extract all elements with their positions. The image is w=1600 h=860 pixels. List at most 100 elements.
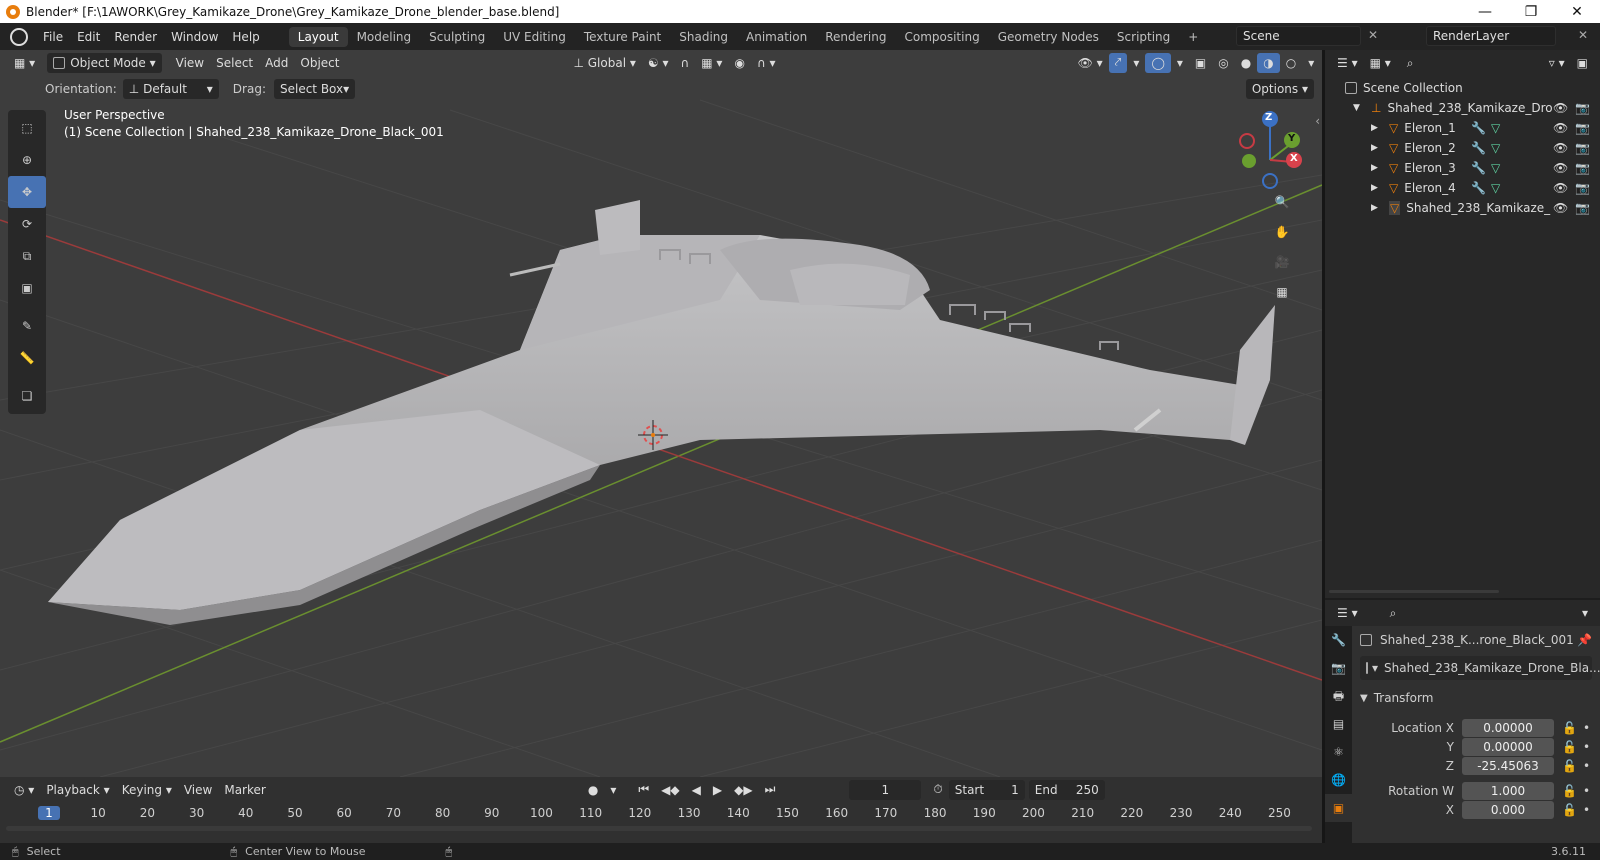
location-z-field[interactable]: -25.45063 bbox=[1462, 757, 1554, 775]
menu-keying[interactable]: Keying ▾ bbox=[116, 780, 178, 800]
lock-icon[interactable]: 🔓 bbox=[1562, 784, 1577, 798]
object-name-field[interactable]: Shahed_238_K...rone_Black_001 bbox=[1380, 633, 1574, 647]
world-tab-icon[interactable]: 🌐 bbox=[1325, 766, 1352, 794]
jump-end-icon[interactable]: ⏭ bbox=[759, 780, 782, 800]
lock-icon[interactable]: 🔓 bbox=[1562, 721, 1577, 735]
lock-icon[interactable]: 🔓 bbox=[1562, 803, 1577, 817]
end-frame-field[interactable]: End 250 bbox=[1028, 779, 1105, 800]
display-mode-icon[interactable]: ▦ ▾ bbox=[1364, 53, 1397, 73]
mesh-data-icon[interactable]: ▽ bbox=[1491, 141, 1500, 155]
add-cube-tool-icon[interactable]: ❏ bbox=[8, 380, 46, 412]
outliner-item-eleron-2[interactable]: ▶ ▽ Eleron_2 🔧 ▽ 👁 📷 bbox=[1325, 138, 1600, 158]
zoom-icon[interactable]: 🔍 bbox=[1270, 190, 1294, 214]
prev-keyframe-icon[interactable]: ◀◆ bbox=[655, 780, 685, 800]
menu-add[interactable]: Add bbox=[259, 53, 294, 73]
stopwatch-icon[interactable]: ⏱ bbox=[927, 780, 948, 800]
overlay-toggle-icon[interactable]: ◯ bbox=[1145, 52, 1171, 73]
properties-editor-type-icon[interactable]: ☰ ▾ bbox=[1331, 603, 1364, 623]
move-tool-icon[interactable]: ✥ bbox=[8, 176, 46, 208]
keyframe-dot-icon[interactable]: • bbox=[1583, 803, 1590, 817]
drag-selector[interactable]: Select Box ▾ bbox=[273, 79, 356, 99]
current-frame-marker[interactable]: 1 bbox=[38, 806, 60, 820]
tool-tab-icon[interactable]: 🔧 bbox=[1325, 626, 1352, 654]
outliner-item-eleron-3[interactable]: ▶ ▽ Eleron_3 🔧 ▽ 👁 📷 bbox=[1325, 158, 1600, 178]
render-layer-selector[interactable]: RenderLayer bbox=[1426, 26, 1556, 46]
editor-type-icon[interactable]: ▦ ▾ bbox=[8, 53, 41, 73]
timeline-editor-type-icon[interactable]: ◷ ▾ bbox=[8, 780, 40, 800]
render-camera-icon[interactable]: 📷 bbox=[1575, 201, 1590, 215]
menu-render[interactable]: Render bbox=[107, 30, 164, 44]
outliner-editor-type-icon[interactable]: ☰ ▾ bbox=[1331, 53, 1364, 73]
proportional-edit-icon[interactable]: ◉ bbox=[728, 53, 750, 73]
render-camera-icon[interactable]: 📷 bbox=[1575, 181, 1590, 195]
scene-tab-icon[interactable]: ⚛ bbox=[1325, 738, 1352, 766]
render-camera-icon[interactable]: 📷 bbox=[1575, 121, 1590, 135]
play-reverse-icon[interactable]: ◀ bbox=[686, 780, 707, 800]
outliner-search-input[interactable]: ⌕ bbox=[1400, 53, 1511, 73]
select-box-tool-icon[interactable]: ⬚ bbox=[8, 112, 46, 144]
properties-search-input[interactable]: ⌕ bbox=[1383, 603, 1494, 623]
modifier-wrench-icon[interactable]: 🔧 bbox=[1471, 121, 1486, 135]
gizmo-toggle-icon[interactable]: ⤤ bbox=[1108, 52, 1128, 73]
lock-icon[interactable]: 🔓 bbox=[1562, 759, 1577, 773]
measure-tool-icon[interactable]: 📏 bbox=[8, 342, 46, 374]
render-camera-icon[interactable]: 📷 bbox=[1575, 161, 1590, 175]
rendered-shading-icon[interactable]: ○ bbox=[1280, 53, 1302, 73]
add-workspace-icon[interactable]: + bbox=[1179, 27, 1207, 47]
transform-orientation-selector[interactable]: ⊥ Global ▾ bbox=[567, 53, 641, 73]
menu-view[interactable]: View bbox=[170, 53, 210, 73]
visibility-eye-icon[interactable]: 👁 bbox=[1553, 101, 1568, 115]
annotate-tool-icon[interactable]: ✎ bbox=[8, 310, 46, 342]
pivot-point-icon[interactable]: ☯ ▾ bbox=[642, 53, 675, 73]
keyframe-dot-icon[interactable]: • bbox=[1583, 784, 1590, 798]
tab-sculpting[interactable]: Sculpting bbox=[420, 27, 494, 47]
wireframe-shading-icon[interactable]: ◎ bbox=[1212, 53, 1234, 73]
outliner-scene-collection[interactable]: Scene Collection bbox=[1325, 78, 1600, 98]
overlay-dropdown-icon[interactable]: ▾ bbox=[1171, 53, 1189, 73]
visibility-icon[interactable]: 👁 ▾ bbox=[1072, 53, 1109, 73]
visibility-eye-icon[interactable]: 👁 bbox=[1553, 161, 1568, 175]
mode-selector[interactable]: Object Mode ▾ bbox=[47, 52, 162, 73]
modifier-wrench-icon[interactable]: 🔧 bbox=[1471, 141, 1486, 155]
mesh-data-icon[interactable]: ▽ bbox=[1491, 121, 1500, 135]
render-camera-icon[interactable]: 📷 bbox=[1575, 141, 1590, 155]
tab-geometry-nodes[interactable]: Geometry Nodes bbox=[989, 27, 1108, 47]
menu-window[interactable]: Window bbox=[164, 30, 225, 44]
snap-icon[interactable]: ∩ bbox=[674, 53, 695, 73]
modifier-wrench-icon[interactable]: 🔧 bbox=[1471, 161, 1486, 175]
options-button[interactable]: Options ▾ bbox=[1245, 79, 1314, 99]
visibility-eye-icon[interactable]: 👁 bbox=[1553, 141, 1568, 155]
gizmo-dropdown-icon[interactable]: ▾ bbox=[1127, 53, 1145, 73]
outliner-scrollbar[interactable] bbox=[1329, 590, 1499, 593]
camera-view-icon[interactable]: 🎥 bbox=[1270, 250, 1294, 274]
collapse-chevron-icon[interactable]: ▼ bbox=[1360, 693, 1368, 704]
close-button[interactable]: ✕ bbox=[1554, 0, 1600, 23]
keyframe-dot-icon[interactable]: • bbox=[1583, 740, 1590, 754]
tab-layout[interactable]: Layout bbox=[288, 26, 348, 47]
start-frame-field[interactable]: Start 1 bbox=[948, 779, 1025, 800]
pin-icon[interactable]: 📌 bbox=[1577, 633, 1592, 647]
location-x-field[interactable]: 0.00000 bbox=[1462, 719, 1554, 737]
auto-keying-icon[interactable]: ● bbox=[582, 780, 604, 800]
menu-timeline-view[interactable]: View bbox=[178, 780, 218, 800]
expand-right-icon[interactable]: ▶ bbox=[1371, 203, 1383, 213]
visibility-eye-icon[interactable]: 👁 bbox=[1553, 201, 1568, 215]
tab-scripting[interactable]: Scripting bbox=[1108, 27, 1179, 47]
rotation-x-field[interactable]: 0.000 bbox=[1462, 801, 1554, 819]
menu-help[interactable]: Help bbox=[225, 30, 266, 44]
new-collection-icon[interactable]: ▣ bbox=[1571, 53, 1594, 73]
jump-start-icon[interactable]: ⏮ bbox=[632, 780, 655, 800]
ortho-grid-icon[interactable]: ▦ bbox=[1270, 280, 1294, 304]
outliner-item-parent[interactable]: ▼ ⊥ Shahed_238_Kamikaze_Dro 👁 📷 bbox=[1325, 98, 1600, 118]
falloff-icon[interactable]: ∩ ▾ bbox=[751, 53, 782, 73]
tab-rendering[interactable]: Rendering bbox=[816, 27, 895, 47]
tab-shading[interactable]: Shading bbox=[670, 27, 737, 47]
pan-hand-icon[interactable]: ✋ bbox=[1270, 220, 1294, 244]
tab-texture-paint[interactable]: Texture Paint bbox=[575, 27, 670, 47]
output-tab-icon[interactable]: 🖶 bbox=[1325, 682, 1352, 710]
solid-shading-icon[interactable]: ● bbox=[1235, 53, 1257, 73]
frame-ruler[interactable]: 1 10 20 30 40 50 60 70 80 90 100 110 120 130 140 150 160… bbox=[0, 802, 1322, 824]
tab-compositing[interactable]: Compositing bbox=[895, 27, 988, 47]
tab-modeling[interactable]: Modeling bbox=[348, 27, 421, 47]
rotation-w-field[interactable]: 1.000 bbox=[1462, 782, 1554, 800]
